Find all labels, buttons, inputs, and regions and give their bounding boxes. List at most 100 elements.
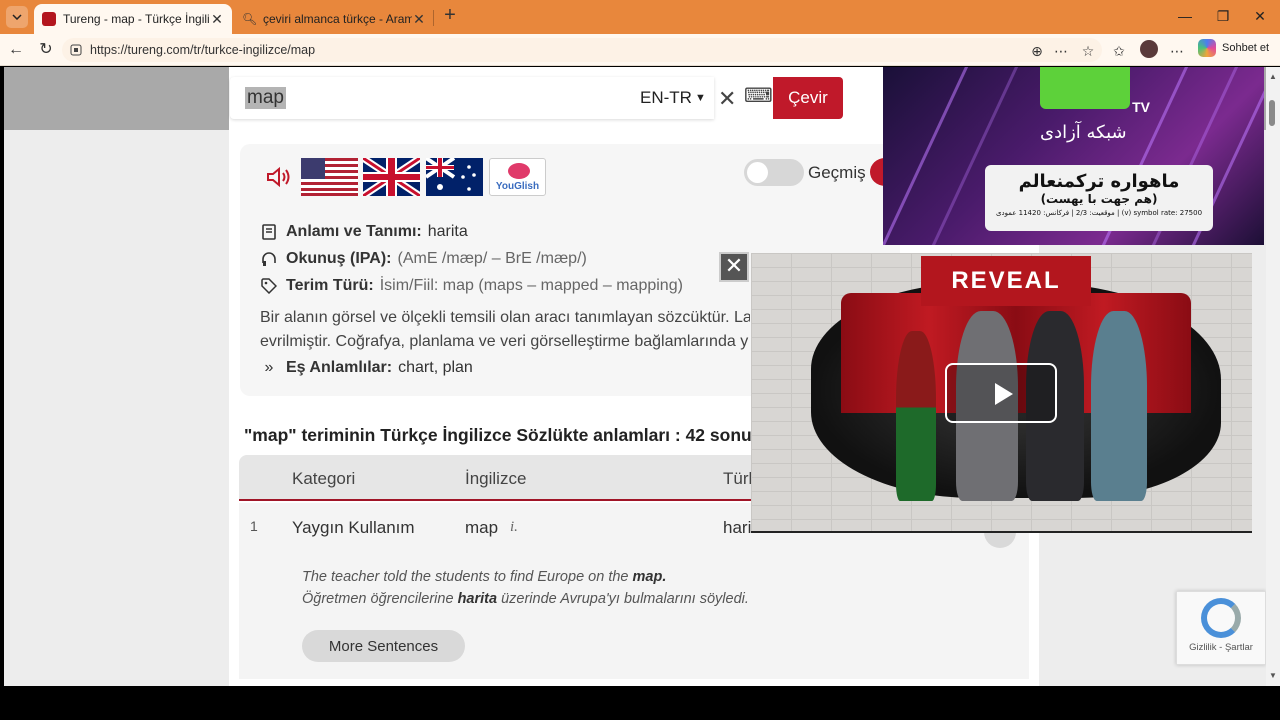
tab-title: Tureng - map - Türkçe İngilizce Sö (63, 12, 210, 26)
meaning-value: harita (427, 223, 468, 240)
results-title: "map" teriminin Türkçe İngilizce Sözlükt… (244, 425, 754, 445)
meaning-row: Anlamı ve Tanımı: harita (260, 223, 468, 241)
term-type-label: Terim Türü: (286, 277, 374, 294)
scroll-up-icon[interactable]: ▲ (1269, 72, 1277, 81)
us-flag-icon[interactable] (301, 158, 358, 196)
keyboard-icon[interactable]: ⌨ (744, 86, 773, 106)
meaning-label: Anlamı ve Tanımı: (286, 223, 422, 240)
tab-title: çeviri almanca türkçe - Arama (263, 12, 412, 26)
tureng-favicon-icon (42, 12, 56, 26)
synonyms-row: » Eş Anlamlılar: chart, plan (260, 359, 473, 377)
video-banner: REVEAL (921, 256, 1091, 306)
tab-actions-button[interactable] (6, 6, 28, 28)
address-bar-row: ← ↻ https://tureng.com/tr/turkce-ingiliz… (0, 34, 1280, 66)
search-query-text[interactable]: map (245, 87, 286, 109)
tab-separator (433, 10, 434, 26)
scroll-down-icon[interactable]: ▼ (1269, 671, 1277, 680)
close-video-button[interactable]: ✕ (719, 252, 749, 282)
ad-info-box: ماهواره ترکمنعالم (هم جهت با یهست) موقعی… (985, 165, 1213, 231)
url-text: https://tureng.com/tr/turkce-ingilizce/m… (90, 43, 316, 57)
ad-channel-title: شبکه آزادی (1040, 122, 1127, 143)
ad-tv-label: TV (1132, 99, 1150, 115)
ipa-value: (AmE /mæp/ – BrE /mæp/) (397, 250, 587, 267)
new-tab-button[interactable]: + (440, 5, 460, 26)
uk-flag-icon[interactable] (363, 158, 420, 196)
profile-avatar[interactable] (1140, 40, 1158, 58)
book-icon (260, 223, 278, 241)
example-english-text: The teacher told the students to find Eu… (302, 569, 633, 585)
example-turkish-text: Öğretmen öğrencilerine (302, 591, 458, 607)
row-turkish-link[interactable]: hari (723, 518, 751, 538)
favorites-icon[interactable]: ✩ (1110, 42, 1128, 60)
close-tab-icon[interactable]: ✕ (210, 11, 224, 28)
history-toggle[interactable] (744, 159, 804, 186)
language-value: EN-TR (640, 88, 692, 107)
ad-channel-logo: TV (1040, 67, 1150, 115)
ad-box-details: موقعیت: 2/3 | فرکانس: 11420 عمودی | (v) … (995, 209, 1203, 217)
page-scrollbar[interactable]: ▲ ▼ (1266, 67, 1280, 686)
paragraph-line: evrilmiştir. Coğrafya, planlama ve veri … (260, 333, 749, 350)
ipa-label: Okunuş (IPA): (286, 250, 392, 267)
site-info-icon[interactable] (70, 44, 82, 56)
youglish-label: YouGlish (495, 181, 540, 192)
synonym-link[interactable]: chart (398, 359, 434, 377)
history-label: Geçmiş (808, 163, 866, 182)
recaptcha-links[interactable]: Gizlilik - Şartlar (1177, 642, 1265, 653)
minimize-button[interactable]: — (1175, 6, 1195, 26)
back-button[interactable]: ← (6, 40, 26, 60)
au-flag-icon[interactable] (426, 158, 483, 196)
language-select[interactable]: EN-TR ▼ (640, 88, 706, 108)
youglish-bubble-icon (508, 163, 530, 179)
ipa-row: Okunuş (IPA): (AmE /mæp/ – BrE /mæp/) (260, 250, 587, 268)
term-type-row: Terim Türü: İsim/Fiil: map (maps – mappe… (260, 277, 683, 295)
more-sentences-button[interactable]: More Sentences (302, 630, 465, 662)
close-tab-icon[interactable]: ✕ (412, 11, 426, 28)
row-pos: i. (510, 519, 518, 535)
copilot-label: Sohbet et (1222, 42, 1270, 54)
video-advertisement[interactable]: REVEAL (751, 253, 1252, 533)
synonyms-label: Eş Anlamlılar: (286, 359, 393, 376)
ad-box-subheading: (هم جهت با یهست) (1040, 192, 1158, 206)
url-field[interactable]: https://tureng.com/tr/turkce-ingilizce/m… (62, 38, 1102, 62)
zoom-icon[interactable]: ⊕ (1028, 42, 1046, 60)
translate-button[interactable]: Çevir (773, 77, 843, 119)
read-aloud-icon[interactable]: ⋯ (1052, 42, 1070, 60)
paragraph-line: Bir alanın görsel ve ölçekli temsili ola… (260, 309, 750, 326)
figure-4 (1091, 311, 1147, 501)
more-menu-icon[interactable]: ⋯ (1168, 42, 1186, 60)
taskbar (0, 686, 1280, 720)
copilot-button[interactable]: Sohbet et (1198, 39, 1269, 57)
figure-1 (896, 331, 936, 501)
example-english: The teacher told the students to find Eu… (302, 569, 666, 585)
example-turkish-text-end: üzerinde Avrupa'yı bulmalarını söyledi. (497, 591, 749, 607)
term-type-value: İsim/Fiil: map (maps – mapped – mapping) (379, 277, 683, 294)
caret-down-icon: ▼ (694, 92, 706, 104)
maximize-button[interactable]: ❐ (1213, 6, 1233, 26)
clear-search-icon[interactable]: ✕ (718, 86, 736, 112)
scroll-thumb[interactable] (1269, 100, 1275, 126)
example-turkish: Öğretmen öğrencilerine harita üzerinde A… (302, 591, 749, 607)
example-turkish-term: harita (457, 591, 498, 607)
play-button[interactable] (945, 363, 1057, 423)
tag-icon (260, 277, 278, 295)
row-english-link[interactable]: map (465, 518, 498, 538)
close-window-button[interactable]: ✕ (1250, 6, 1270, 26)
recaptcha-badge[interactable]: Gizlilik - Şartlar (1176, 591, 1266, 665)
double-chevron-icon: » (264, 359, 274, 376)
refresh-button[interactable]: ↻ (36, 40, 56, 60)
ad-box-heading: ماهواره ترکمنعالم (1018, 171, 1180, 192)
column-header-category: Kategori (292, 469, 356, 488)
synonym-separator: , (433, 359, 443, 376)
definition-paragraph: Bir alanın görsel ve ölçekli temsili ola… (260, 306, 750, 354)
synonym-link[interactable]: plan (443, 359, 473, 377)
youglish-button[interactable]: YouGlish (489, 158, 546, 196)
row-number: 1 (250, 518, 258, 534)
example-english-term: map. (632, 569, 667, 585)
favorite-star-icon[interactable]: ☆ (1079, 42, 1097, 60)
speaker-icon[interactable] (266, 165, 292, 189)
tab-search[interactable]: 🔍︎ çeviri almanca türkçe - Arama ✕ (234, 4, 434, 34)
tab-tureng[interactable]: Tureng - map - Türkçe İngilizce Sö ✕ (34, 4, 232, 34)
headphones-icon (260, 250, 278, 268)
row-category: Yaygın Kullanım (292, 518, 415, 537)
toggle-knob (747, 162, 768, 183)
